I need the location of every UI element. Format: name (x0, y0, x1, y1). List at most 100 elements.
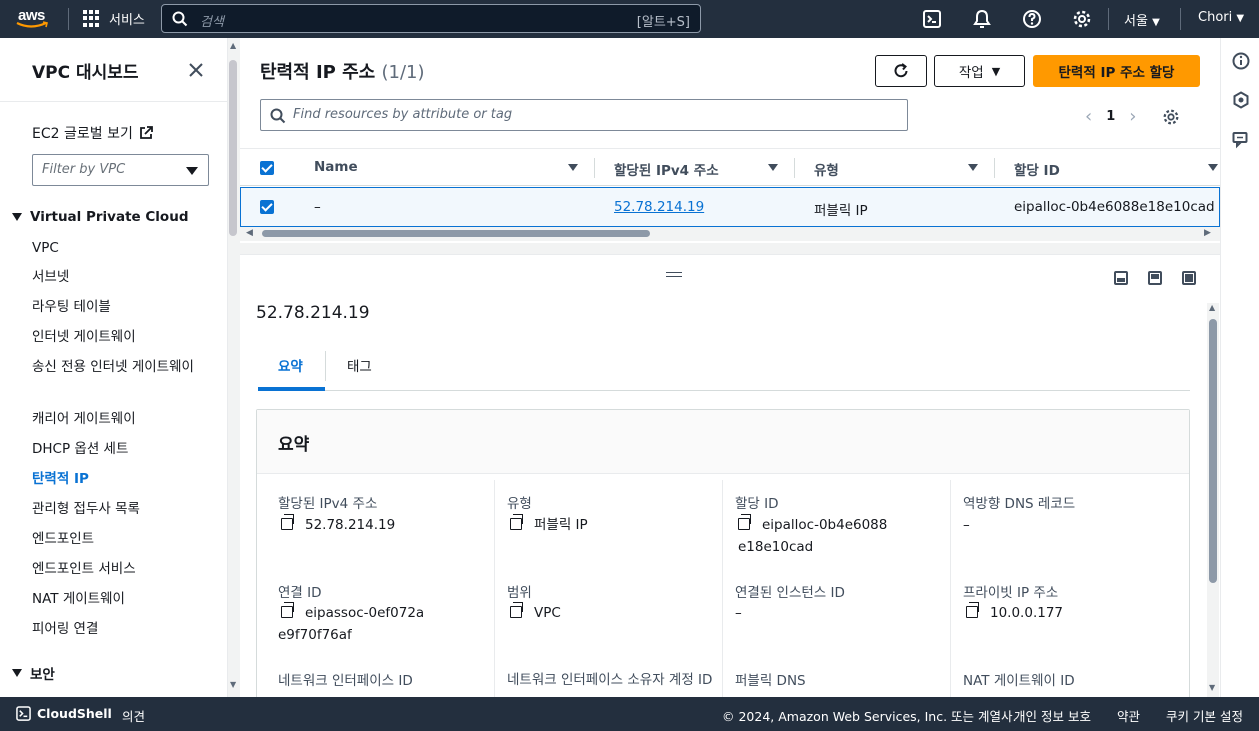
ec2-global-view-link[interactable]: EC2 글로벌 보기 (32, 123, 153, 143)
privacy-link[interactable]: 개인 정보 보호 (1014, 706, 1091, 725)
cloudshell-button[interactable]: CloudShell (16, 706, 112, 721)
sidebar-item-peering[interactable]: 피어링 연결 (32, 619, 207, 639)
sidebar-item-subnets[interactable]: 서브넷 (32, 267, 207, 287)
select-all-checkbox[interactable] (260, 161, 274, 175)
nav-divider (68, 8, 69, 30)
copy-icon[interactable] (966, 602, 979, 618)
cell-ipv4-link[interactable]: 52.78.214.19 (614, 199, 704, 215)
label-private-ip: 프라이빗 IP 주소 (963, 585, 1059, 601)
settings-gear-icon[interactable] (1072, 9, 1092, 29)
sidebar-item-elastic-ip[interactable]: 탄력적 IP (32, 469, 207, 489)
sort-caret-icon[interactable] (768, 164, 778, 171)
scroll-thumb[interactable] (229, 60, 237, 236)
sidebar-item-carrier-gateways[interactable]: 캐리어 게이트웨이 (32, 409, 207, 429)
value-ipv4-text: 52.78.214.19 (305, 517, 396, 533)
scroll-up-icon[interactable]: ▲ (1209, 303, 1215, 312)
column-divider[interactable] (794, 158, 795, 178)
layout-bottom-icon[interactable] (1114, 271, 1128, 285)
selection-count: (1/1) (381, 62, 425, 83)
sidebar-item-endpoints[interactable]: 엔드포인트 (32, 529, 207, 549)
sidebar-item-egress-only-igw[interactable]: 송신 전용 인터넷 게이트웨이 (32, 357, 207, 377)
sidebar-item-endpoint-services[interactable]: 엔드포인트 서비스 (32, 559, 207, 579)
tab-tags[interactable]: 태그 (347, 355, 372, 375)
sidebar-item-internet-gateways[interactable]: 인터넷 게이트웨이 (32, 327, 207, 347)
vpc-filter-placeholder: Filter by VPC (42, 162, 126, 177)
allocate-label: 탄력적 IP 주소 할당 (1058, 65, 1175, 81)
value-allocation-id-text: eipalloc-0b4e6088e18e10cad (738, 517, 888, 555)
allocate-elastic-ip-button[interactable]: 탄력적 IP 주소 할당 (1033, 55, 1200, 87)
hexagon-icon[interactable] (1232, 91, 1250, 109)
resize-handle-icon[interactable] (666, 272, 682, 280)
column-divider[interactable] (594, 158, 595, 178)
cloudshell-icon[interactable] (922, 9, 942, 29)
copy-icon[interactable] (281, 602, 294, 618)
services-menu[interactable]: 서비스 (83, 9, 145, 28)
label-type: 유형 (507, 496, 532, 512)
tab-summary[interactable]: 요약 (278, 355, 303, 375)
info-icon[interactable] (1232, 52, 1250, 70)
detail-vertical-scrollbar[interactable]: ▲ ▼ (1207, 303, 1219, 697)
bell-icon[interactable] (972, 9, 992, 29)
sidebar-item-prefix-lists[interactable]: 관리형 접두사 목록 (32, 499, 207, 519)
refresh-button[interactable] (875, 55, 927, 87)
actions-label: 작업 (958, 65, 984, 81)
detail-tabs: 요약 태그 (258, 341, 1190, 391)
column-header-ipv4[interactable]: 할당된 IPv4 주소 (614, 159, 719, 179)
column-header-name[interactable]: Name (314, 159, 358, 175)
layout-side-icon[interactable] (1148, 271, 1162, 285)
copy-icon[interactable] (281, 514, 294, 530)
sidebar-scrollbar[interactable]: ▲ ▼ (228, 38, 240, 697)
column-divider[interactable] (994, 158, 995, 178)
section-security[interactable]: 보안 (12, 663, 55, 683)
global-search-input[interactable]: 검색 [알트+S] (161, 4, 701, 33)
sidebar-item-vpc[interactable]: VPC (32, 238, 207, 258)
terms-link[interactable]: 약관 (1117, 706, 1140, 725)
copy-icon[interactable] (510, 514, 523, 530)
sidebar-item-dhcp-options[interactable]: DHCP 옵션 세트 (32, 439, 207, 459)
sidebar-item-nat-gateways[interactable]: NAT 게이트웨이 (32, 589, 207, 609)
sort-caret-icon[interactable] (568, 164, 578, 171)
panel-layout-controls (1114, 271, 1196, 285)
feedback-link[interactable]: 의견 (122, 706, 145, 725)
vpc-filter-select[interactable]: Filter by VPC (32, 154, 209, 186)
table-horizontal-scrollbar[interactable]: ◀ ▶ (240, 227, 1220, 241)
scroll-thumb[interactable] (262, 230, 650, 237)
table-settings-gear-icon[interactable] (1162, 108, 1180, 126)
column-header-type[interactable]: 유형 (814, 159, 839, 179)
value-type-text: 퍼블릭 IP (534, 517, 588, 533)
sidebar-item-route-tables[interactable]: 라우팅 테이블 (32, 297, 207, 317)
label-ipv4: 할당된 IPv4 주소 (278, 496, 378, 512)
layout-full-icon[interactable] (1182, 271, 1196, 285)
table-row[interactable]: – 52.78.214.19 퍼블릭 IP eipalloc-0b4e6088e… (240, 187, 1220, 227)
region-selector[interactable]: 서울 ▼ (1124, 10, 1160, 29)
column-divider (950, 480, 951, 697)
page-number[interactable]: 1 (1106, 109, 1115, 124)
footer: CloudShell 의견 © 2024, Amazon Web Service… (0, 697, 1259, 731)
sidebar-title[interactable]: VPC 대시보드 (32, 58, 139, 83)
close-icon[interactable] (188, 62, 204, 78)
section-virtual-private-cloud[interactable]: Virtual Private Cloud (12, 209, 188, 225)
help-icon[interactable] (1022, 9, 1042, 29)
sort-caret-icon[interactable] (1208, 164, 1218, 171)
actions-button[interactable]: 작업 ▼ (934, 55, 1025, 87)
scroll-thumb[interactable] (1209, 319, 1217, 583)
account-menu[interactable]: Chori ▼ (1198, 10, 1244, 25)
feedback-icon[interactable] (1232, 131, 1250, 149)
sort-caret-icon[interactable] (968, 164, 978, 171)
resource-filter-input[interactable]: Find resources by attribute or tag (260, 99, 908, 131)
scroll-right-icon[interactable]: ▶ (1204, 228, 1211, 238)
chevron-left-icon[interactable]: ‹ (1085, 106, 1092, 127)
column-header-allocation-id[interactable]: 할당 ID (1014, 159, 1060, 179)
scroll-up-icon[interactable]: ▲ (230, 41, 236, 50)
scroll-left-icon[interactable]: ◀ (246, 228, 253, 238)
aws-logo[interactable]: aws (16, 6, 52, 32)
row-checkbox[interactable] (260, 200, 274, 214)
cookie-preferences-link[interactable]: 쿠키 기본 설정 (1166, 706, 1243, 725)
copy-icon[interactable] (510, 602, 523, 618)
chevron-right-icon[interactable]: › (1129, 106, 1136, 127)
scroll-down-icon[interactable]: ▼ (1209, 683, 1215, 692)
scroll-down-icon[interactable]: ▼ (230, 680, 236, 689)
search-placeholder: 검색 (200, 15, 224, 30)
section-label: 보안 (30, 667, 55, 683)
copy-icon[interactable] (738, 514, 751, 530)
